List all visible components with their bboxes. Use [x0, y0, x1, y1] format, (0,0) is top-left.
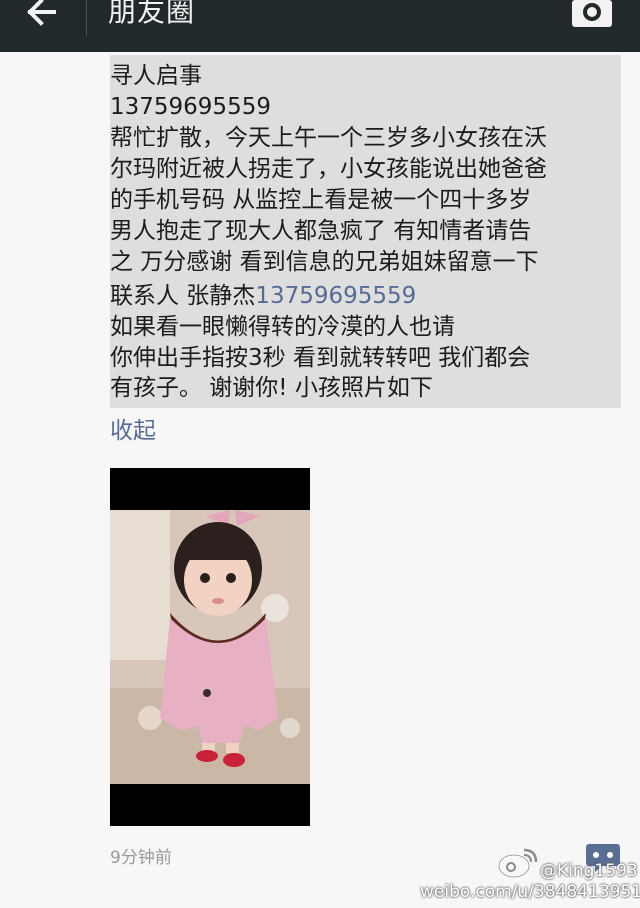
collapse-link[interactable]: 收起	[110, 415, 156, 447]
post-line: 如果看一眼懒得转的冷漠的人也请	[110, 314, 455, 340]
post-line: 尔玛附近被人拐走了，小女孩能说出她爸爸	[110, 156, 547, 182]
phone-link[interactable]: 13759695559	[110, 92, 271, 122]
post-line: 的手机号码 从监控上看是被一个四十多岁	[110, 187, 532, 213]
child-photo[interactable]	[110, 468, 310, 826]
watermark-url: weibo.com/u/3848413951	[420, 882, 640, 902]
back-button[interactable]	[14, 0, 72, 30]
post-line: 有孩子。 谢谢你! 小孩照片如下	[110, 375, 433, 401]
post-line: 之 万分感谢 看到信息的兄弟姐妹留意一下	[110, 249, 539, 275]
post-line: 你伸出手指按3秒 看到就转转吧 我们都会	[110, 345, 531, 371]
post-line: 寻人启事	[110, 63, 202, 89]
contact-phone-link[interactable]: 13759695559	[255, 283, 416, 309]
photo-illustration	[110, 468, 310, 826]
top-app-bar: 朋友圈	[0, 0, 640, 52]
post-content: 寻人启事 13759695559 帮忙扩散，今天上午一个三岁多小女孩在沃 尔玛附…	[110, 55, 621, 408]
watermark-handle: @King1593	[540, 861, 638, 881]
contact-line: 联系人 张静杰13759695559	[110, 281, 416, 311]
weibo-logo-icon	[496, 846, 540, 880]
camera-icon	[572, 0, 612, 27]
arrow-left-icon	[27, 0, 56, 26]
toolbar-divider	[86, 0, 87, 36]
post-line: 帮忙扩散，今天上午一个三岁多小女孩在沃	[110, 125, 547, 151]
post-timestamp: 9分钟前	[110, 848, 172, 868]
page-title: 朋友圈	[108, 0, 196, 28]
camera-button[interactable]	[570, 0, 614, 30]
contact-label: 联系人 张静杰	[110, 283, 256, 309]
post-line: 男人抱走了现大人都急疯了 有知情者请告	[110, 218, 532, 244]
